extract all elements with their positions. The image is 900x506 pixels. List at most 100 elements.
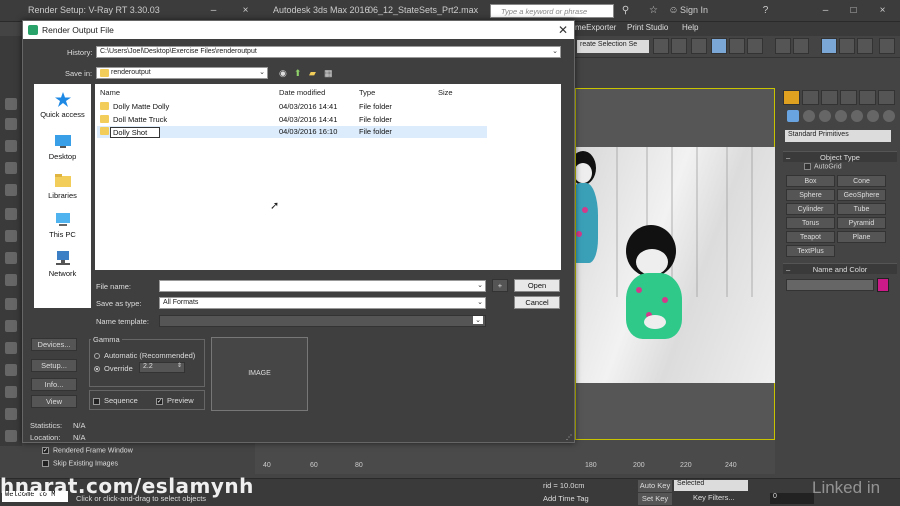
plus-button[interactable]: +: [492, 279, 508, 292]
cylinder-button[interactable]: Cylinder: [786, 203, 835, 215]
column-header-name[interactable]: Name: [100, 88, 120, 97]
add-time-tag-button[interactable]: Add Time Tag: [543, 494, 589, 503]
align-icon[interactable]: [671, 38, 687, 54]
place-desktop[interactable]: Desktop: [34, 134, 91, 161]
skip-existing-checkbox[interactable]: Skip Existing Images: [42, 460, 118, 467]
tool-icon[interactable]: [5, 98, 17, 110]
tool-icon[interactable]: [5, 408, 17, 420]
user-icon[interactable]: ☺: [668, 5, 679, 16]
create-tab-icon[interactable]: [783, 90, 800, 105]
sphere-button[interactable]: Sphere: [786, 189, 835, 201]
geometry-icon[interactable]: [787, 110, 799, 122]
tool-icon[interactable]: [5, 208, 17, 220]
name-and-color-rollout[interactable]: – Name and Color: [783, 263, 897, 274]
devices-button[interactable]: Devices...: [31, 338, 77, 351]
override-gamma-spinner[interactable]: 2.2 ⇕: [139, 362, 185, 373]
close-icon[interactable]: ✕: [558, 23, 568, 37]
lights-icon[interactable]: [819, 110, 831, 122]
new-folder-icon[interactable]: ▰: [309, 68, 316, 79]
file-row-selected[interactable]: Dolly Shot 04/03/2016 16:10 File folder: [97, 126, 487, 138]
box-button[interactable]: Box: [786, 175, 835, 187]
place-libraries[interactable]: Libraries: [34, 173, 91, 200]
object-type-rollout[interactable]: – Object Type: [783, 151, 897, 162]
tool-icon[interactable]: [5, 320, 17, 332]
help-icon[interactable]: ?: [760, 5, 771, 16]
tool-icon[interactable]: [5, 342, 17, 354]
time-slider[interactable]: 40 60 80 180 200 220 240: [255, 440, 775, 474]
window-maximize-icon[interactable]: □: [848, 5, 859, 16]
preview-checkbox[interactable]: ✓ Preview: [156, 396, 194, 405]
up-folder-icon[interactable]: ⬆: [294, 68, 302, 79]
automatic-radio[interactable]: Automatic (Recommended): [94, 351, 195, 360]
key-filters-button[interactable]: Key Filters...: [693, 493, 735, 502]
column-header-date[interactable]: Date modified: [279, 88, 325, 97]
file-row[interactable]: Dolly Matte Dolly 04/03/2016 14:41 File …: [97, 101, 487, 113]
file-list[interactable]: Name Date modified Type Size Dolly Matte…: [95, 84, 561, 270]
tool-icon[interactable]: [5, 162, 17, 174]
rename-input[interactable]: Dolly Shot: [110, 127, 160, 138]
binoculars-icon[interactable]: ⚲: [620, 5, 631, 16]
tool-icon[interactable]: [5, 274, 17, 286]
mirror-icon[interactable]: [653, 38, 669, 54]
cancel-button[interactable]: Cancel: [514, 296, 560, 309]
teapot-icon[interactable]: [879, 38, 895, 54]
systems-icon[interactable]: [883, 110, 895, 122]
shapes-icon[interactable]: [803, 110, 815, 122]
curve-editor-icon[interactable]: [747, 38, 763, 54]
open-button[interactable]: Open: [514, 279, 560, 292]
object-name-field[interactable]: [786, 279, 874, 291]
save-as-type-dropdown[interactable]: All Formats ⌄: [159, 297, 486, 309]
info-button[interactable]: Info...: [31, 378, 77, 391]
autogrid-checkbox[interactable]: AutoGrid: [804, 163, 842, 170]
object-color-swatch[interactable]: [877, 278, 889, 292]
menu-item-help[interactable]: Help: [682, 23, 698, 32]
tool-icon[interactable]: [5, 118, 17, 130]
textplus-button[interactable]: TextPlus: [786, 245, 835, 257]
display-tab-icon[interactable]: [859, 90, 876, 105]
geosphere-button[interactable]: GeoSphere: [837, 189, 886, 201]
setup-button[interactable]: Setup...: [31, 359, 77, 372]
file-row[interactable]: Doll Matte Truck 04/03/2016 14:41 File f…: [97, 114, 487, 126]
search-input[interactable]: Type a keyword or phrase: [490, 4, 614, 18]
render-icon[interactable]: [857, 38, 873, 54]
name-template-dropdown[interactable]: ⌄: [159, 315, 486, 327]
override-radio[interactable]: Override: [94, 364, 133, 373]
window-minimize-icon[interactable]: –: [820, 5, 831, 16]
ribbon-icon[interactable]: [729, 38, 745, 54]
column-header-type[interactable]: Type: [359, 88, 375, 97]
place-this-pc[interactable]: This PC: [34, 212, 91, 239]
sign-in-link[interactable]: Sign In: [680, 5, 708, 15]
view-menu-icon[interactable]: ▦: [324, 68, 333, 79]
tool-icon[interactable]: [5, 184, 17, 196]
modify-tab-icon[interactable]: [802, 90, 819, 105]
current-frame-field[interactable]: 0: [770, 493, 814, 504]
plane-button[interactable]: Plane: [837, 231, 886, 243]
history-dropdown[interactable]: C:\Users\Joel\Desktop\Exercise Files\ren…: [96, 46, 561, 58]
window-close-icon[interactable]: ×: [877, 5, 888, 16]
motion-tab-icon[interactable]: [840, 90, 857, 105]
hierarchy-tab-icon[interactable]: [821, 90, 838, 105]
save-in-dropdown[interactable]: renderoutput ⌄: [96, 67, 268, 79]
cone-button[interactable]: Cone: [837, 175, 886, 187]
tool-icon[interactable]: [5, 140, 17, 152]
material-editor-icon[interactable]: [793, 38, 809, 54]
schematic-icon[interactable]: [775, 38, 791, 54]
tool-icon[interactable]: [5, 230, 17, 242]
close-icon[interactable]: ×: [240, 5, 251, 16]
torus-button[interactable]: Torus: [786, 217, 835, 229]
render-setup-icon[interactable]: [821, 38, 837, 54]
rendered-frame-window-checkbox[interactable]: ✓ Rendered Frame Window: [42, 447, 133, 454]
key-mode-dropdown[interactable]: Selected: [674, 480, 748, 491]
selection-set-dropdown[interactable]: reate Selection Se: [577, 40, 649, 53]
layer-icon[interactable]: [691, 38, 707, 54]
tool-icon[interactable]: [5, 386, 17, 398]
column-header-size[interactable]: Size: [438, 88, 453, 97]
place-network[interactable]: Network: [34, 251, 91, 278]
scene-explorer-icon[interactable]: [711, 38, 727, 54]
pyramid-button[interactable]: Pyramid: [837, 217, 886, 229]
place-quick-access[interactable]: Quick access: [34, 92, 91, 119]
utilities-tab-icon[interactable]: [878, 90, 895, 105]
spacewarps-icon[interactable]: [867, 110, 879, 122]
view-button[interactable]: View: [31, 395, 77, 408]
tool-icon[interactable]: [5, 364, 17, 376]
